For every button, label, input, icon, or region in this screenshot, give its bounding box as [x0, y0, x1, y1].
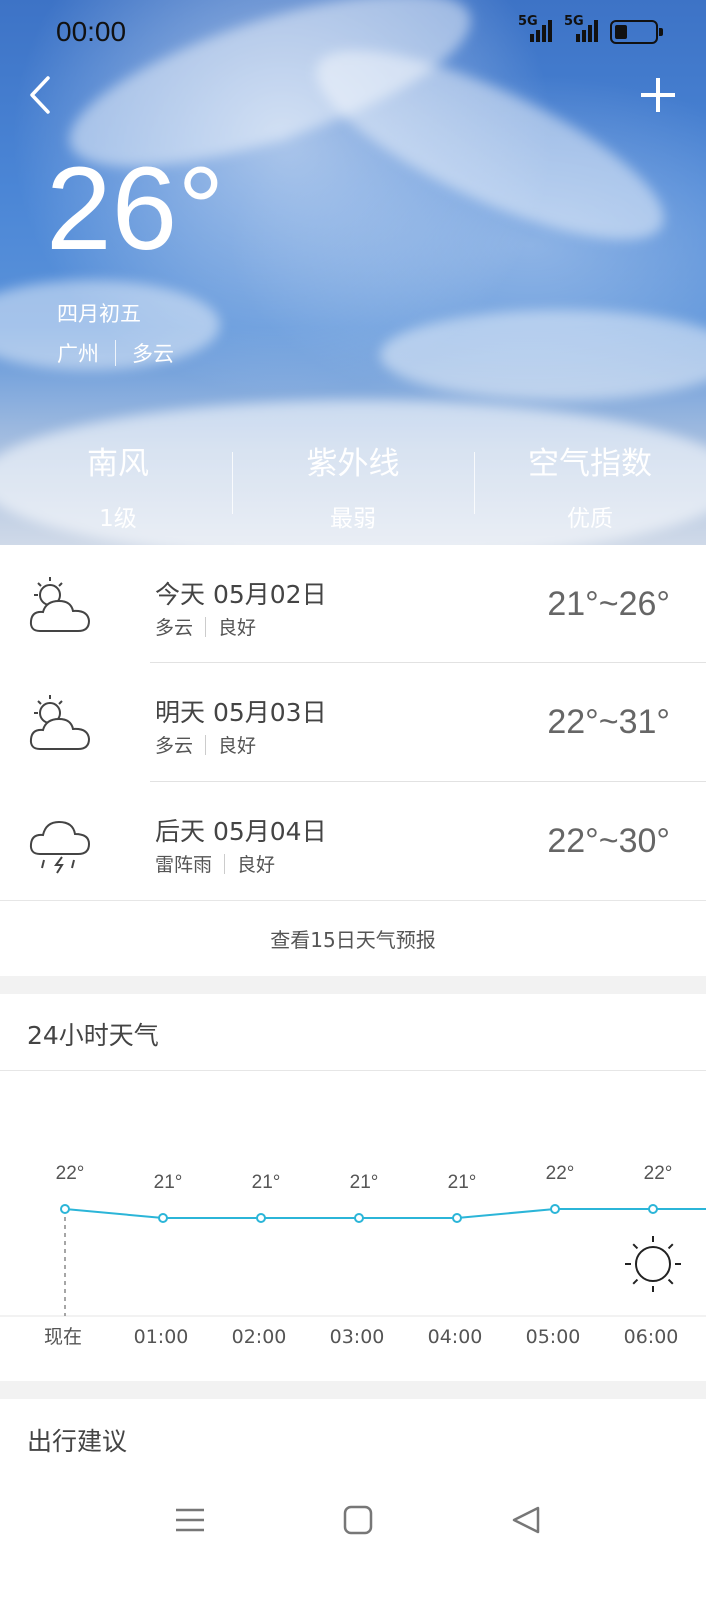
temperature-label: 22°: [546, 1163, 575, 1184]
partly-cloudy-icon: [29, 577, 91, 632]
stat-value: 最弱: [330, 506, 376, 532]
home-icon[interactable]: [342, 1504, 374, 1536]
temperature-label: 22°: [56, 1163, 85, 1184]
forecast-condition: 多云: [155, 735, 194, 757]
hour-label: 05:00: [526, 1326, 581, 1348]
current-temperature: 26°: [46, 143, 225, 275]
forecast-air: 良好: [237, 854, 276, 876]
hourly-section-title: 24小时天气: [27, 1021, 159, 1050]
forecast-air: 良好: [218, 735, 257, 757]
stat-uv: 紫外线 最弱: [235, 438, 471, 533]
stat-value: 1级: [99, 506, 137, 532]
sun-icon: [635, 1246, 671, 1282]
stat-wind: 南风 1级: [0, 438, 236, 533]
forecast-range: 22°~30°: [547, 822, 670, 860]
temperature-point: [256, 1213, 266, 1223]
forecast-row-day-after[interactable]: 后天 05月04日 雷阵雨 良好 22°~30°: [0, 782, 706, 900]
hour-label: 现在: [44, 1326, 82, 1348]
status-bar: 00:00 5G 5G: [0, 0, 706, 64]
temperature-point: [60, 1204, 70, 1214]
forecast-row-today[interactable]: 今天 05月02日 多云 良好 21°~26°: [0, 545, 706, 663]
sun-ray: [667, 1278, 674, 1285]
stat-value: 优质: [567, 506, 613, 532]
forecast-range: 21°~26°: [547, 585, 670, 623]
forecast-date: 今天 05月02日: [155, 580, 327, 609]
back-icon[interactable]: [510, 1504, 542, 1536]
city-name: 广州: [57, 342, 99, 366]
forecast-condition: 多云: [155, 617, 194, 639]
divider: [224, 853, 226, 874]
divider: [205, 616, 207, 637]
view-15-day-forecast-link[interactable]: 查看15日天气预报: [0, 900, 706, 977]
temperature-point: [452, 1213, 462, 1223]
hour-label: 02:00: [232, 1326, 287, 1348]
battery-icon: [610, 20, 663, 44]
temperature-label: 21°: [252, 1172, 281, 1193]
menu-icon[interactable]: [174, 1504, 206, 1536]
status-time: 00:00: [56, 16, 127, 47]
hour-label: 06:00: [624, 1326, 679, 1348]
divider: [115, 340, 116, 366]
location-line: 广州 多云: [57, 338, 174, 368]
forecast-date: 后天 05月04日: [155, 817, 327, 846]
stat-air-quality: 空气指数 优质: [472, 438, 706, 533]
section-gap: [0, 1381, 706, 1399]
hour-label: 03:00: [330, 1326, 385, 1348]
travel-advice-title: 出行建议: [27, 1427, 128, 1456]
stat-label: 紫外线: [306, 446, 400, 482]
temperature-point: [354, 1213, 364, 1223]
thunderstorm-icon: [29, 820, 91, 874]
temperature-label: 22°: [644, 1163, 673, 1184]
hour-label: 01:00: [134, 1326, 189, 1348]
temperature-point: [158, 1213, 168, 1223]
sun-ray: [632, 1243, 639, 1250]
forecast-detail: 雷阵雨 良好: [155, 850, 275, 877]
hourly-temperature-chart[interactable]: 22° 现在 21° 01:00 21° 02:00 21° 03:00 21° 04:00 22°…: [0, 1100, 706, 1370]
hour-label: 04:00: [428, 1326, 483, 1348]
forecast-detail: 多云 良好: [155, 613, 256, 640]
back-arrow-icon[interactable]: [22, 70, 62, 120]
weather-hero: 00:00 5G 5G 26° 四月初五 广州 多云 南风 1级 紫外线 最弱 …: [0, 0, 706, 545]
divider: [232, 452, 233, 514]
temperature-label: 21°: [448, 1172, 477, 1193]
weather-stats: 南风 1级 紫外线 最弱 空气指数 优质: [0, 438, 706, 538]
stat-label: 空气指数: [528, 446, 652, 482]
section-gap: [0, 976, 706, 994]
sun-ray: [667, 1243, 674, 1250]
temperature-label: 21°: [154, 1172, 183, 1193]
add-city-icon[interactable]: [636, 70, 680, 120]
cloud-decoration: [380, 310, 706, 400]
signal-icon: [530, 20, 552, 42]
signal-icon: [576, 20, 598, 42]
forecast-date: 明天 05月03日: [155, 698, 327, 727]
partly-cloudy-icon: [29, 695, 91, 750]
temperature-label: 21°: [350, 1172, 379, 1193]
current-condition: 多云: [132, 342, 174, 366]
temperature-point: [648, 1204, 658, 1214]
stat-label: 南风: [87, 446, 149, 482]
divider: [205, 734, 207, 755]
lunar-date: 四月初五: [57, 302, 141, 326]
forecast-air: 良好: [218, 617, 257, 639]
forecast-detail: 多云 良好: [155, 731, 256, 758]
system-navigation-bar: [0, 1480, 706, 1600]
sun-ray: [632, 1278, 639, 1285]
forecast-row-tomorrow[interactable]: 明天 05月03日 多云 良好 22°~31°: [0, 663, 706, 781]
forecast-condition: 雷阵雨: [155, 854, 213, 876]
divider: [0, 1070, 706, 1071]
temperature-point: [550, 1204, 560, 1214]
forecast-range: 22°~31°: [547, 703, 670, 741]
